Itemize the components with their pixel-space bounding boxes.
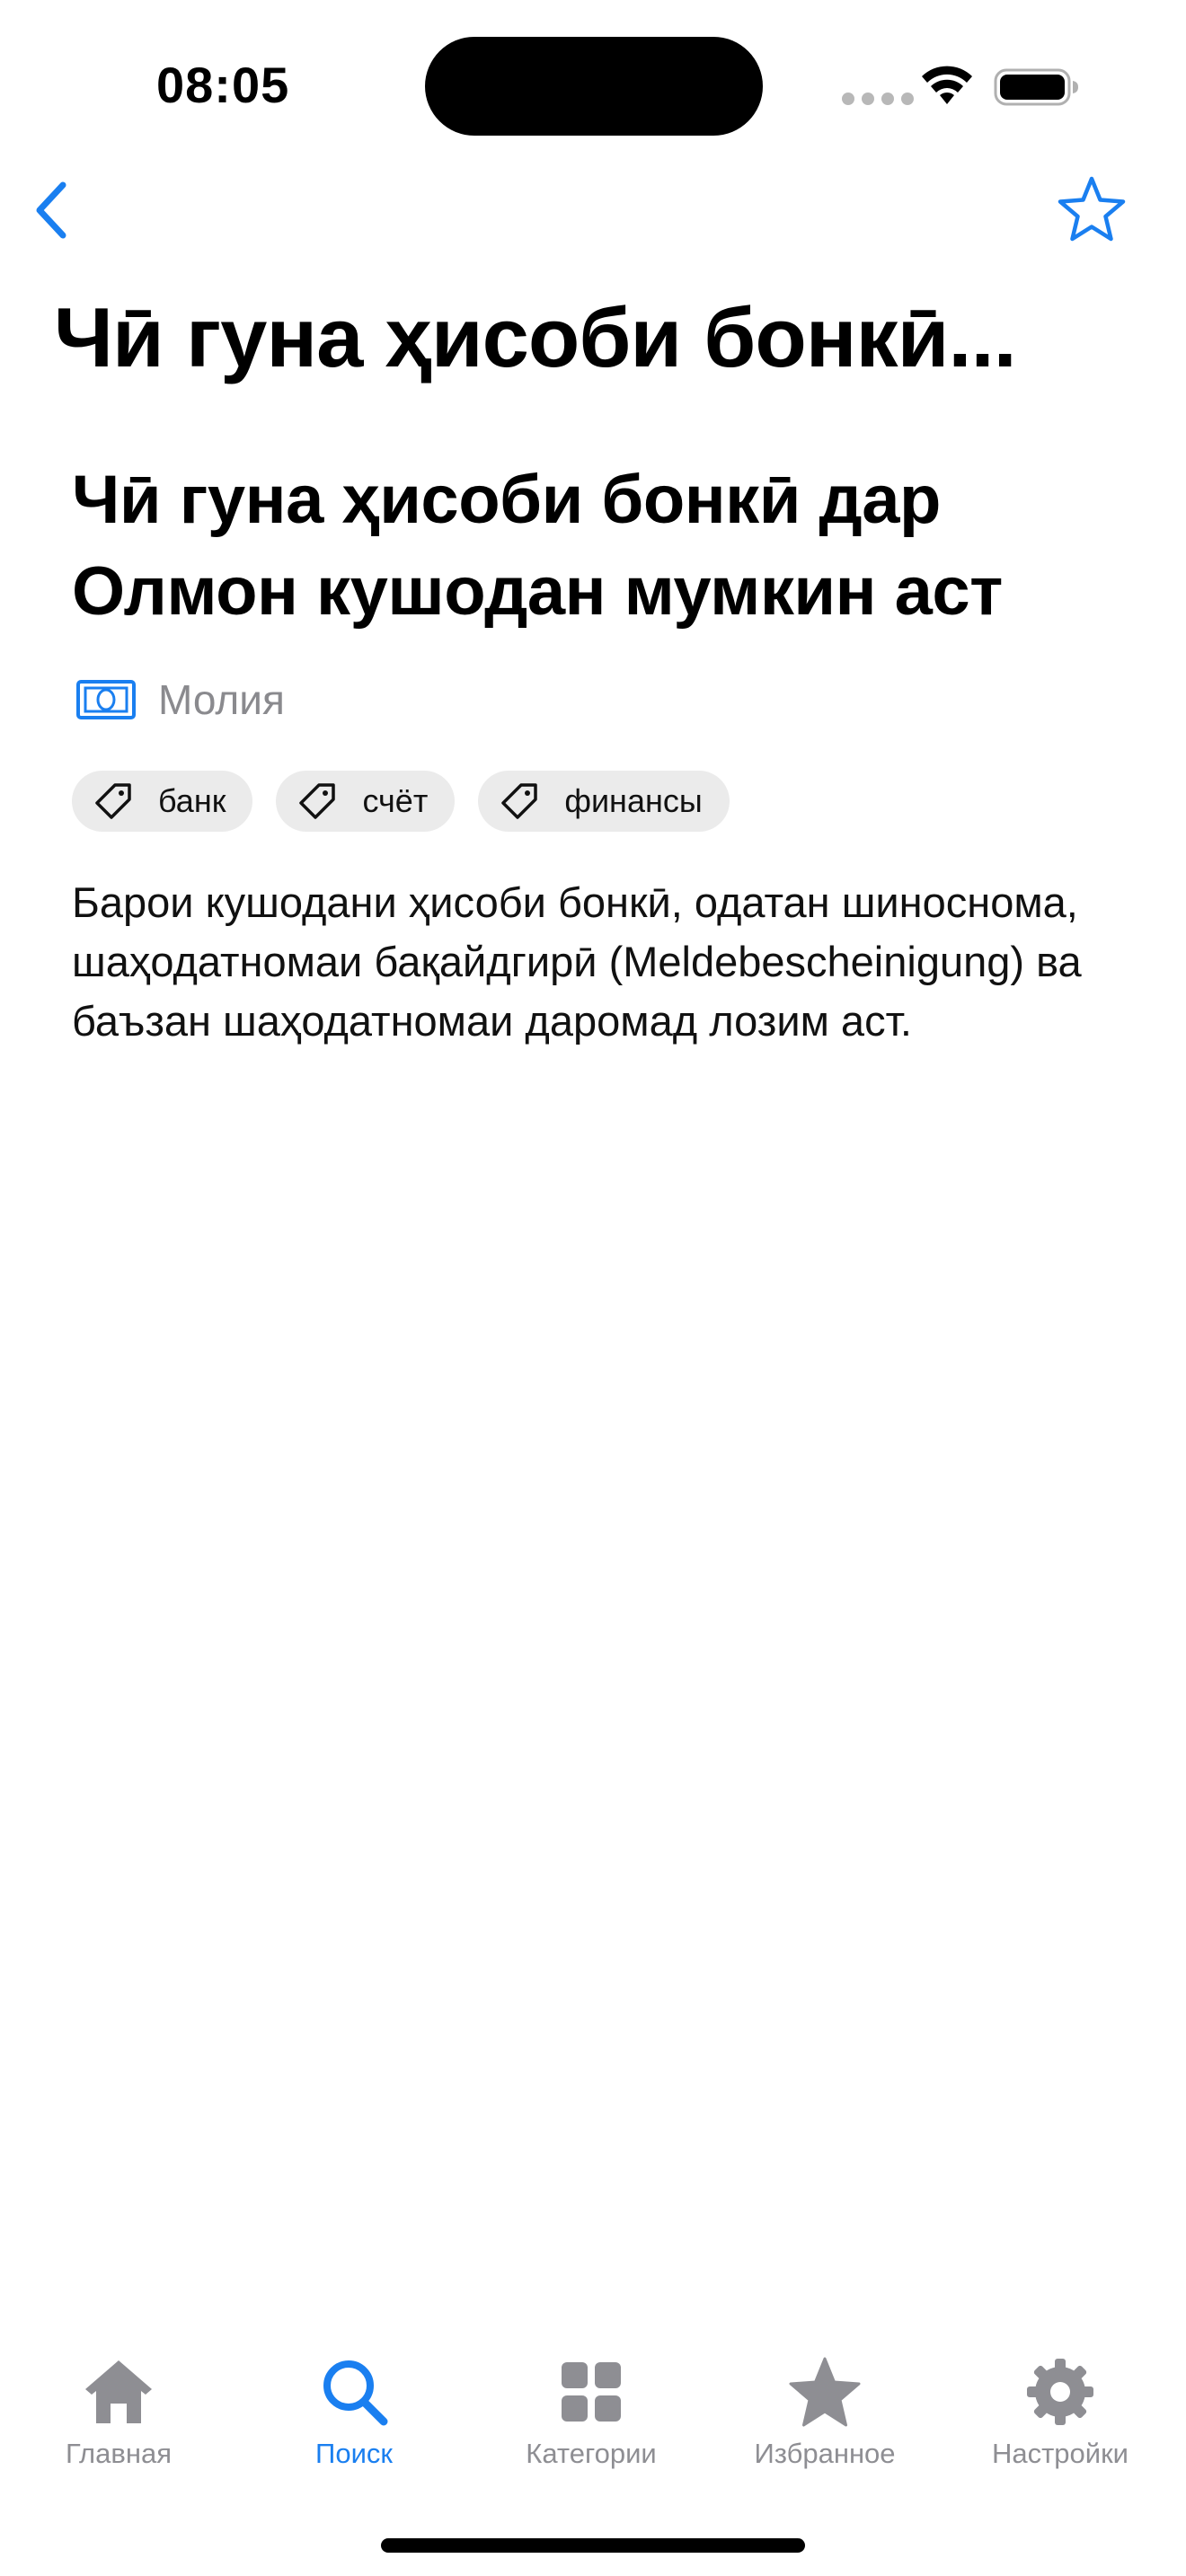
tag-icon xyxy=(299,783,336,819)
wifi-icon xyxy=(922,66,972,104)
article-title: Чӣ гуна ҳисоби бонкӣ дар Олмон кушодан м… xyxy=(72,462,1003,630)
tab-search[interactable]: Поиск xyxy=(255,2353,453,2470)
tag-chip[interactable]: финансы xyxy=(478,771,730,832)
tab-label: Главная xyxy=(66,2438,172,2469)
dynamic-island xyxy=(425,37,763,136)
house-icon xyxy=(85,2360,152,2423)
tag-label: банк xyxy=(158,782,226,819)
tab-label: Категории xyxy=(526,2438,657,2469)
tag-icon xyxy=(501,783,538,819)
cellular-signal-icon xyxy=(842,93,914,105)
category-label: Молия xyxy=(158,676,285,723)
banknote-icon xyxy=(76,680,136,719)
grid-icon xyxy=(562,2362,621,2422)
tag-chip[interactable]: счёт xyxy=(276,771,456,832)
tag-icon xyxy=(95,783,131,819)
tag-label: финансы xyxy=(564,782,703,819)
category-row: Молия xyxy=(75,675,285,724)
home-indicator[interactable] xyxy=(381,2538,805,2553)
tag-label: счёт xyxy=(362,782,429,819)
tab-bar: Главная Поиск Категории Избранное Настро… xyxy=(0,2353,1186,2488)
article-body: Барои кушодани ҳисоби бонкӣ, одатан шино… xyxy=(72,878,1082,1045)
gear-icon xyxy=(1027,2359,1093,2425)
battery-icon xyxy=(994,68,1078,106)
favorite-star-icon[interactable] xyxy=(1058,175,1126,243)
tab-label: Настройки xyxy=(991,2438,1128,2469)
tab-settings[interactable]: Настройки xyxy=(961,2353,1159,2470)
star-icon xyxy=(789,2357,861,2427)
status-time: 08:05 xyxy=(156,57,290,113)
tab-home[interactable]: Главная xyxy=(20,2353,217,2470)
chevron-left-icon[interactable] xyxy=(32,180,70,241)
nav-title: Чӣ гуна ҳисоби бонкӣ... xyxy=(54,290,1017,384)
tab-label: Поиск xyxy=(315,2438,393,2469)
tag-list: банк счёт финансы xyxy=(72,771,730,832)
search-icon xyxy=(323,2360,388,2426)
tab-categories[interactable]: Категории xyxy=(492,2353,690,2470)
tab-favorites[interactable]: Избранное xyxy=(726,2353,924,2470)
tag-chip[interactable]: банк xyxy=(72,771,253,832)
tab-label: Избранное xyxy=(754,2438,896,2469)
